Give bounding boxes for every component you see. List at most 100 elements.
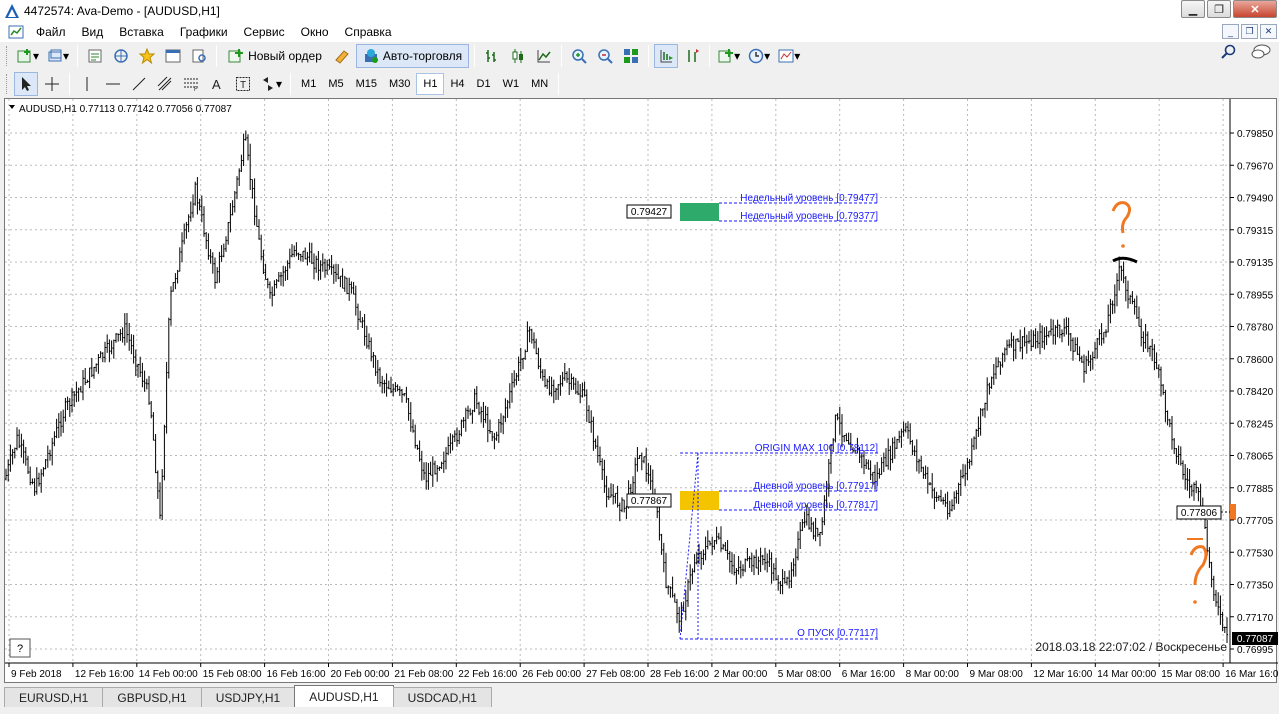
terminal-button[interactable] [161,44,185,68]
price-axis[interactable]: 0.79850 0.79670 0.79490 0.79315 0.79135 0.789… [1230,129,1274,656]
timeframe-w1[interactable]: W1 [497,73,526,95]
tab-audusd[interactable]: AUDUSD,H1 [294,685,394,707]
close-button[interactable]: ✕ [1233,0,1277,18]
auto-trading-icon [364,49,378,63]
timeframe-mn[interactable]: MN [525,73,554,95]
tester-button[interactable] [187,44,211,68]
tab-usdjpy[interactable]: USDJPY,H1 [200,687,296,707]
chart-shift-button[interactable] [680,44,704,68]
menu-tools[interactable]: Сервис [236,22,293,42]
price-tick: 0.77530 [1237,548,1274,559]
origin-trend-line[interactable] [679,452,699,640]
tile-windows-button[interactable] [619,44,643,68]
weekly-zone-box[interactable] [680,203,719,221]
trendline-tool[interactable] [127,72,151,96]
templates-button[interactable]: ▾ [775,44,803,68]
timeframe-m15[interactable]: M15 [350,73,383,95]
menu-view[interactable]: Вид [74,22,112,42]
menu-help[interactable]: Справка [337,22,400,42]
timeframe-d1[interactable]: D1 [471,73,497,95]
text-label-tool[interactable]: T [231,72,255,96]
new-chart-button[interactable]: ▾ [14,44,42,68]
mdi-minimize-button[interactable]: _ [1222,24,1239,39]
menu-insert[interactable]: Вставка [111,22,172,42]
tab-usdcad[interactable]: USDCAD,H1 [392,687,492,707]
menu-charts[interactable]: Графики [172,22,236,42]
arrows-tool[interactable]: ▾ [257,72,285,96]
zoom-out-button[interactable] [593,44,617,68]
timeframe-h4[interactable]: H4 [444,73,470,95]
drawing-toolbar: F A T ▾ M1 M5 M15 M30 H1 H4 D1 W1 MN [0,70,1279,98]
vertical-line-tool[interactable] [75,72,99,96]
fibonacci-tool[interactable]: F [179,72,203,96]
vertical-line-icon [86,77,88,91]
timeframe-m5[interactable]: M5 [322,73,349,95]
status-bar [0,707,1279,714]
price-tick: 0.79850 [1237,129,1274,140]
favorites-button[interactable] [135,44,159,68]
text-icon: A [212,77,221,92]
profiles-icon [48,49,62,62]
time-tick: 14 Feb 00:00 [139,669,198,680]
zoom-in-button[interactable] [567,44,591,68]
profiles-button[interactable]: ▾ [44,44,72,68]
candlestick-button[interactable] [506,44,530,68]
title-bar: 4472574: Ava-Demo - [AUDUSD,H1] ▁ ❐ ✕ [0,0,1279,22]
candlestick-icon [512,49,524,63]
server-time: 2018.03.18 22:07:02 / Воскресенье [1035,640,1227,654]
svg-text:T: T [240,80,246,91]
line-chart-button[interactable] [532,44,556,68]
indicators-button[interactable]: ▾ [715,44,743,68]
svg-text:F: F [194,87,198,92]
equidistant-channel-tool[interactable] [153,72,177,96]
navigator-button[interactable] [109,44,133,68]
zoom-out-icon [598,49,613,64]
bar-chart-button[interactable] [480,44,504,68]
tile-windows-icon [624,49,639,63]
minimize-button[interactable]: ▁ [1181,0,1205,18]
periods-button[interactable]: ▾ [745,44,773,68]
mdi-close-button[interactable]: ✕ [1260,24,1277,39]
mdi-restore-button[interactable]: ❐ [1241,24,1258,39]
daily-zone-box[interactable] [680,491,719,510]
app-logo-icon [5,4,19,18]
price-tick: 0.77350 [1237,581,1274,592]
tab-eurusd[interactable]: EURUSD,H1 [4,687,104,707]
chat-icon[interactable] [1251,44,1271,63]
time-tick: 26 Feb 00:00 [522,669,581,680]
cursor-tool[interactable] [14,72,38,96]
new-order-label: Новый ордер [248,49,322,63]
price-tick: 0.77885 [1237,484,1274,495]
timeframe-h1[interactable]: H1 [416,73,445,95]
standard-toolbar: ▾ ▾ Новый ордер Авто-торговля ▾ ▾ ▾ [0,42,1279,70]
price-tick: 0.77705 [1237,516,1274,527]
timeframe-m1[interactable]: M1 [295,73,322,95]
maximize-button[interactable]: ❐ [1207,0,1231,18]
chart-menu-icon[interactable] [9,105,15,109]
new-chart-icon [17,49,31,63]
text-tool[interactable]: A [205,72,229,96]
crosshair-tool[interactable] [40,72,64,96]
price-tick: 0.78065 [1237,452,1274,463]
chart-window[interactable]: AUDUSD,H1 0.77113 0.77142 0.77056 0.7708… [4,98,1279,684]
auto-trading-label: Авто-торговля [382,49,463,63]
price-chart[interactable]: AUDUSD,H1 0.77113 0.77142 0.77056 0.7708… [5,99,1279,684]
auto-trading-button[interactable]: Авто-торговля [355,44,470,68]
timeframe-m30[interactable]: M30 [383,73,416,95]
auto-scroll-icon [660,50,674,63]
time-tick: 5 Mar 08:00 [778,669,832,680]
time-axis[interactable]: 9 Feb 2018 12 Feb 16:00 14 Feb 00:00 15 Feb… [8,663,1279,680]
menu-file[interactable]: Файл [28,22,74,42]
market-watch-button[interactable] [83,44,107,68]
chart-shift-icon [688,49,700,62]
bar-chart-icon [486,50,497,62]
tab-gbpusd[interactable]: GBPUSD,H1 [102,687,202,707]
metaeditor-button[interactable] [330,44,354,68]
daily-price-label: 0.77867 [631,496,668,507]
auto-scroll-button[interactable] [654,44,679,68]
time-tick: 22 Feb 16:00 [458,669,517,680]
horizontal-line-tool[interactable] [101,72,125,96]
search-icon[interactable] [1221,44,1237,63]
new-order-button[interactable]: Новый ордер [222,44,328,68]
menu-window[interactable]: Окно [293,22,337,42]
